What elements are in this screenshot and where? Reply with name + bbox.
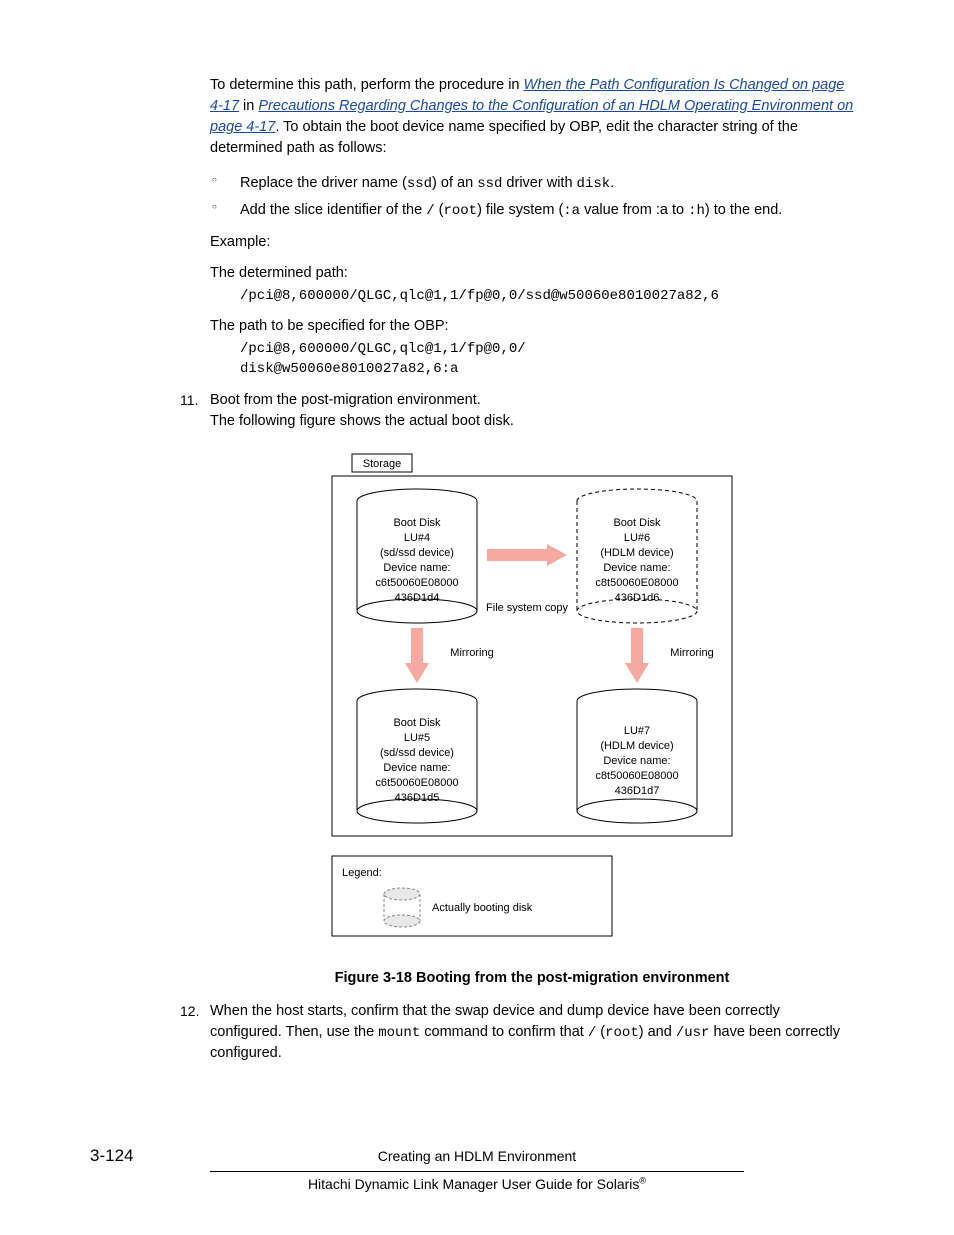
obp-path-code: /pci@8,600000/QLGC,qlc@1,1/fp@0,0/ disk@… (240, 339, 854, 380)
svg-text:(sd/ssd device): (sd/ssd device) (380, 747, 454, 759)
text: ) to the end. (705, 202, 782, 218)
step-number: 12. (180, 1001, 210, 1064)
svg-text:Device name:: Device name: (383, 762, 450, 774)
svg-text:436D1d4: 436D1d4 (395, 592, 440, 604)
bullet-list: Replace the driver name (ssd) of an ssd … (210, 173, 854, 222)
code: root (605, 1025, 639, 1041)
svg-text:Device name:: Device name: (603, 562, 670, 574)
svg-text:Actually booting disk: Actually booting disk (432, 902, 533, 914)
svg-text:436D1d5: 436D1d5 (395, 792, 440, 804)
text: . (610, 175, 614, 191)
code: ssd (477, 176, 502, 192)
figure-boot-disk: Storage Boot Disk LU#4 (sd/ssd device) D… (322, 446, 742, 956)
text: ) file system ( (477, 202, 563, 218)
code: root (443, 203, 477, 219)
text: To determine this path, perform the proc… (210, 77, 524, 93)
text: ( (596, 1024, 605, 1040)
page-number: 3-124 (90, 1144, 210, 1169)
determined-path-label: The determined path: (210, 263, 854, 284)
text: . To obtain the boot device name specifi… (210, 119, 798, 156)
text: ) of an (432, 175, 477, 191)
code: :a (563, 203, 580, 219)
svg-text:Boot Disk: Boot Disk (393, 517, 441, 529)
text: The following figure shows the actual bo… (210, 411, 854, 432)
svg-text:LU#6: LU#6 (624, 532, 650, 544)
code: / (588, 1025, 596, 1041)
svg-text:LU#4: LU#4 (404, 532, 430, 544)
text: command to confirm that (420, 1024, 588, 1040)
svg-text:LU#5: LU#5 (404, 732, 430, 744)
code: disk (577, 176, 611, 192)
intro-paragraph: To determine this path, perform the proc… (210, 75, 854, 159)
bullet-item: Replace the driver name (ssd) of an ssd … (210, 173, 854, 194)
code: ssd (407, 176, 432, 192)
svg-text:c8t50060E08000: c8t50060E08000 (595, 577, 678, 589)
svg-text:c6t50060E08000: c6t50060E08000 (375, 777, 458, 789)
step-11: 11. Boot from the post-migration environ… (180, 390, 854, 432)
example-label: Example: (210, 232, 854, 253)
text: Boot from the post-migration environment… (210, 390, 854, 411)
svg-text:Boot Disk: Boot Disk (613, 517, 661, 529)
text: in (239, 98, 258, 114)
determined-path-code: /pci@8,600000/QLGC,qlc@1,1/fp@0,0/ssd@w5… (240, 286, 854, 306)
svg-text:(sd/ssd device): (sd/ssd device) (380, 547, 454, 559)
text: Add the slice identifier of the (240, 202, 426, 218)
code: mount (378, 1025, 420, 1041)
svg-text:File system copy: File system copy (486, 602, 568, 614)
svg-text:Mirroring: Mirroring (670, 647, 713, 659)
storage-label: Storage (363, 458, 402, 470)
bullet-item: Add the slice identifier of the / (root)… (210, 200, 854, 221)
step-body: Boot from the post-migration environment… (210, 390, 854, 432)
svg-text:(HDLM device): (HDLM device) (600, 547, 673, 559)
page-footer: 3-124 Creating an HDLM Environment Hitac… (90, 1144, 864, 1194)
registered-mark: ® (639, 1175, 646, 1185)
obp-path-label: The path to be specified for the OBP: (210, 316, 854, 337)
svg-text:436D1d7: 436D1d7 (615, 785, 660, 797)
svg-text:LU#7: LU#7 (624, 725, 650, 737)
code: / (426, 203, 434, 219)
document-title: Hitachi Dynamic Link Manager User Guide … (90, 1174, 864, 1194)
svg-text:Legend:: Legend: (342, 867, 382, 879)
code: /usr (676, 1025, 710, 1041)
main-content: To determine this path, perform the proc… (210, 75, 854, 1064)
code: :h (688, 203, 705, 219)
svg-text:Device name:: Device name: (603, 755, 670, 767)
svg-text:Device name:: Device name: (383, 562, 450, 574)
svg-text:Boot Disk: Boot Disk (393, 717, 441, 729)
svg-text:(HDLM device): (HDLM device) (600, 740, 673, 752)
svg-text:c6t50060E08000: c6t50060E08000 (375, 577, 458, 589)
text: ) and (639, 1024, 676, 1040)
step-number: 11. (180, 390, 210, 432)
svg-text:Mirroring: Mirroring (450, 647, 493, 659)
chapter-title: Creating an HDLM Environment (210, 1146, 744, 1166)
svg-text:c8t50060E08000: c8t50060E08000 (595, 770, 678, 782)
text: Hitachi Dynamic Link Manager User Guide … (308, 1176, 639, 1192)
text: value from :a to (580, 202, 688, 218)
figure-caption: Figure 3-18 Booting from the post-migrat… (210, 968, 854, 989)
text: Replace the driver name ( (240, 175, 407, 191)
text: driver with (502, 175, 576, 191)
step-12: 12. When the host starts, confirm that t… (180, 1001, 854, 1064)
svg-text:436D1d6: 436D1d6 (615, 592, 660, 604)
step-body: When the host starts, confirm that the s… (210, 1001, 854, 1064)
